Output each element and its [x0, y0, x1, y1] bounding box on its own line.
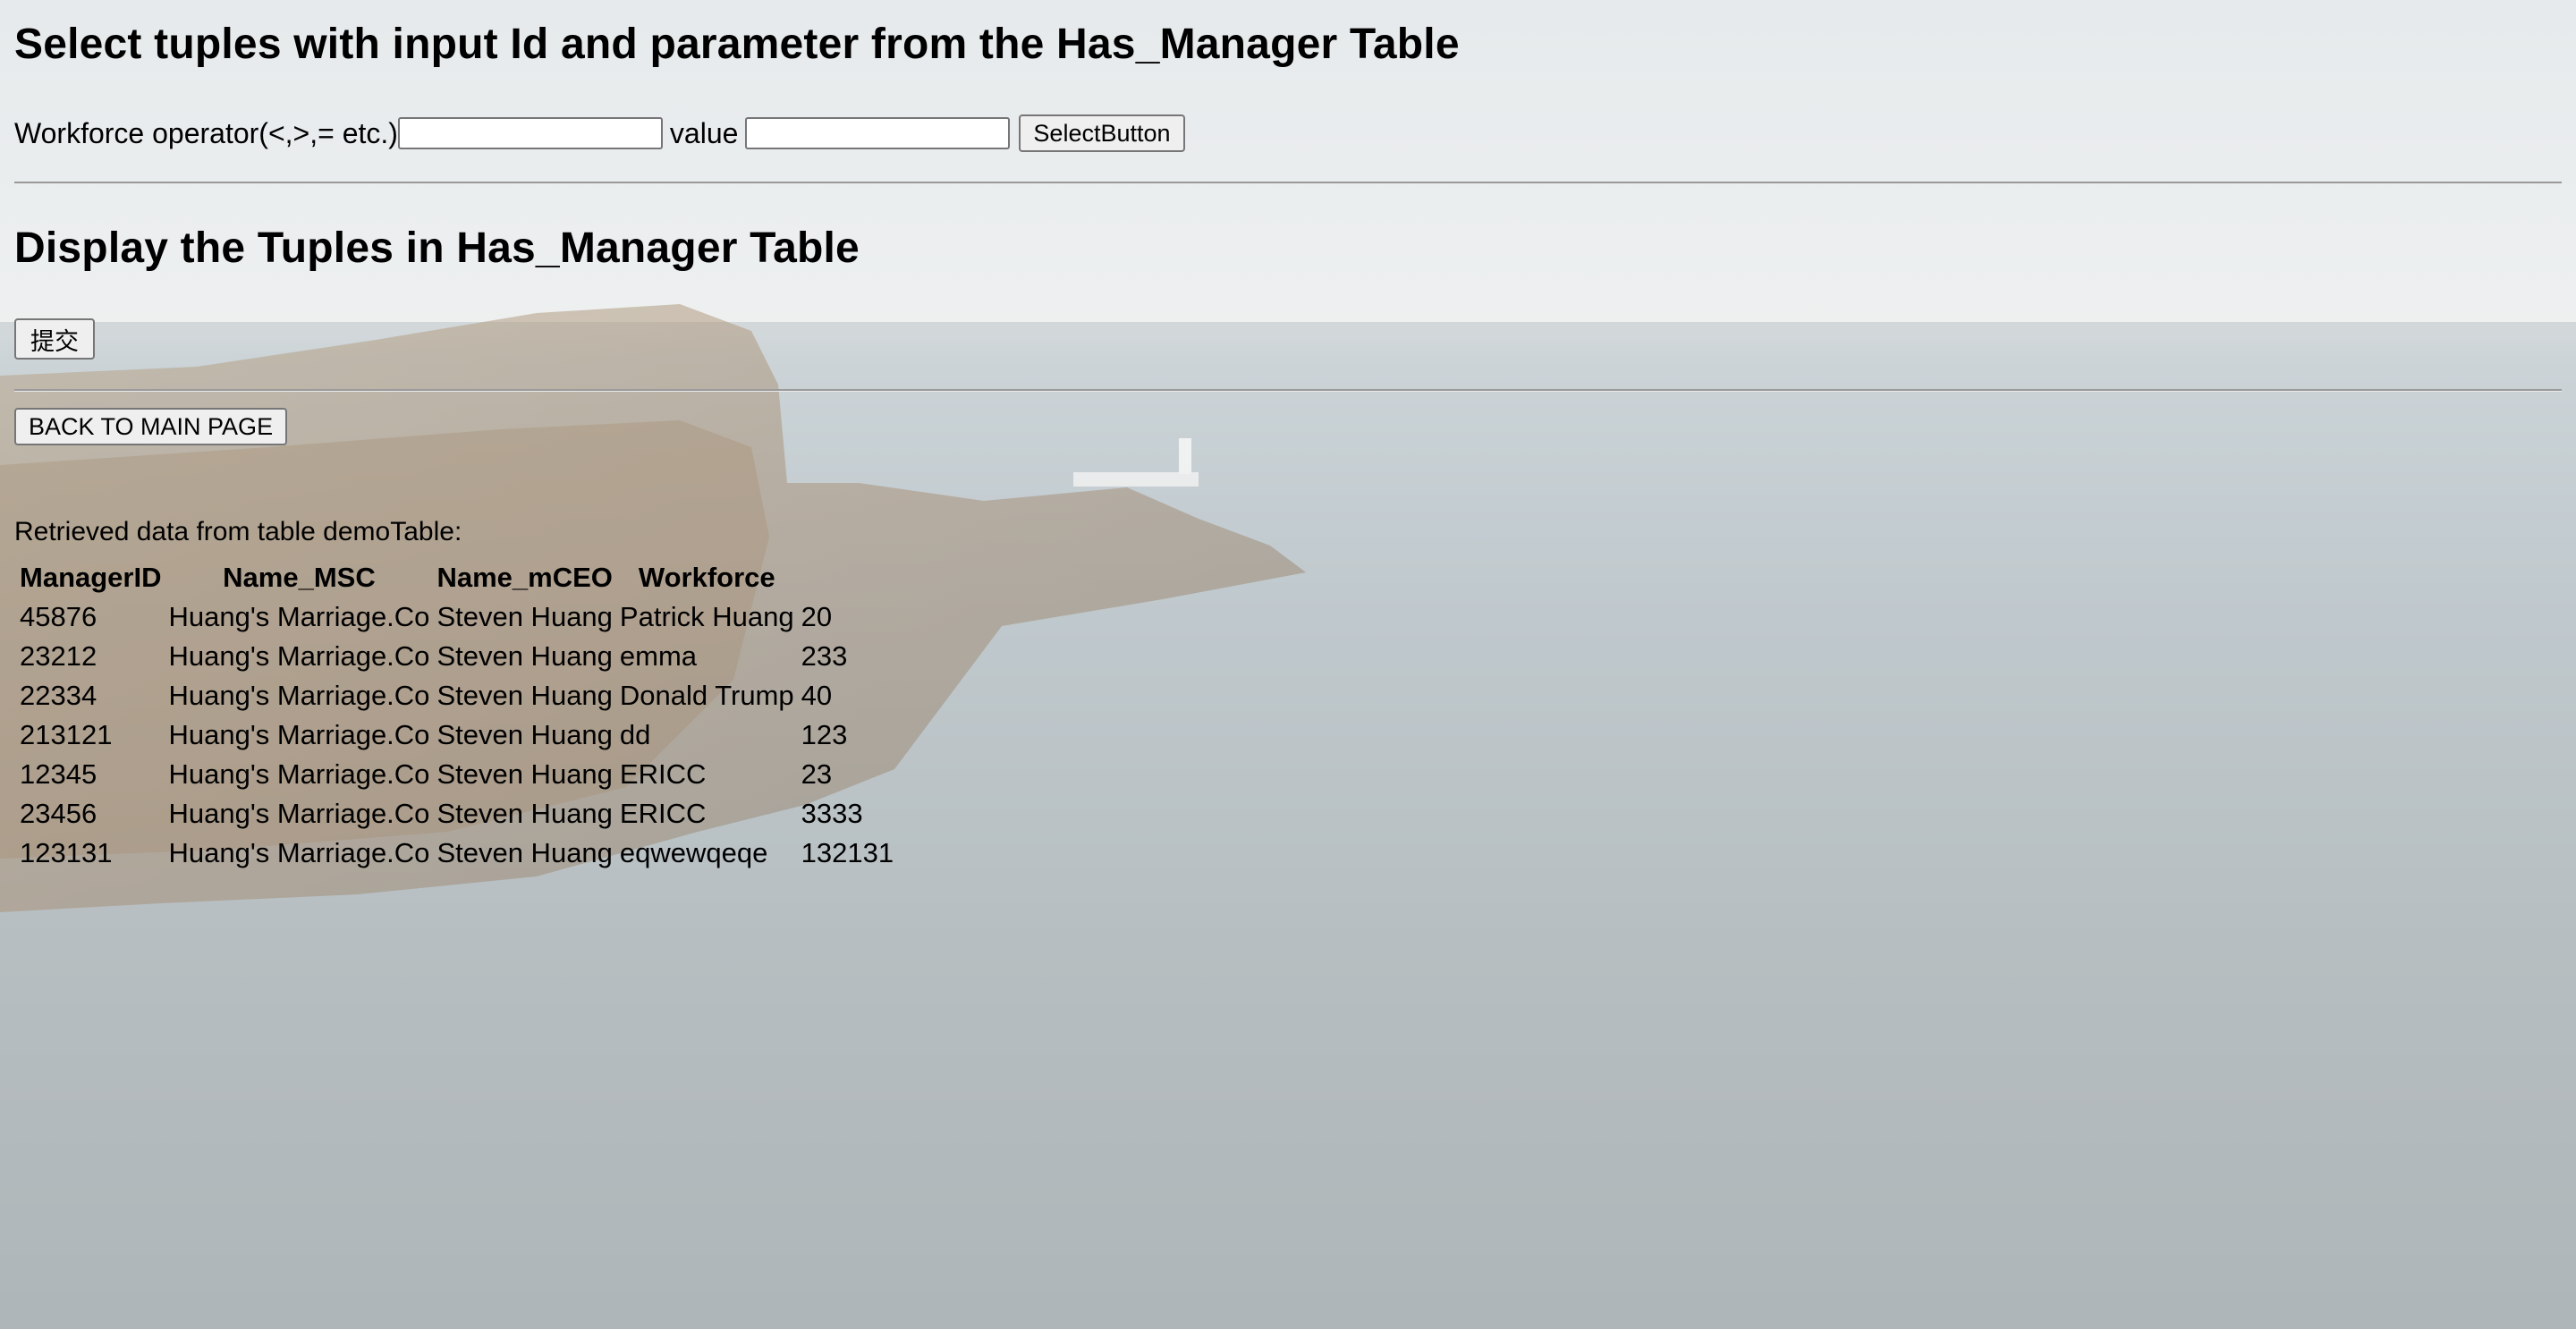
table-cell: 233: [801, 640, 848, 672]
table-cell: dd: [619, 719, 651, 750]
table-cell: Huang's Marriage.Co: [168, 758, 430, 790]
table-cell: 213121: [20, 719, 113, 750]
table-cell: Huang's Marriage.Co: [168, 837, 430, 868]
table-cell: 22334: [20, 680, 97, 711]
table-cell: 123: [801, 719, 848, 750]
submit-button[interactable]: 提交: [14, 318, 95, 360]
table-cell: Patrick Huang: [619, 601, 794, 632]
table-row: 23212 Huang's Marriage.Co Steven Huang e…: [18, 640, 895, 673]
table-cell: 3333: [801, 798, 863, 829]
operator-label: Workforce operator(<,>,= etc.): [14, 116, 398, 149]
table-cell: 23456: [20, 798, 97, 829]
display-section-heading: Display the Tuples in Has_Manager Table: [14, 224, 860, 272]
column-header-empty: [800, 562, 895, 594]
table-row: 123131 Huang's Marriage.Co Steven Huang …: [18, 837, 895, 869]
value-label: value: [669, 116, 739, 149]
table-cell: 40: [801, 680, 833, 711]
column-header-managerid: ManagerID: [20, 562, 162, 593]
table-cell: Huang's Marriage.Co: [168, 719, 430, 750]
has-manager-table: ManagerID Name_MSC Name_mCEO Workforce 4…: [14, 554, 899, 876]
table-cell: Steven Huang: [436, 680, 613, 711]
table-row: 23456 Huang's Marriage.Co Steven Huang E…: [18, 798, 895, 830]
back-to-main-page-button[interactable]: BACK TO MAIN PAGE: [14, 408, 288, 445]
table-cell: Huang's Marriage.Co: [168, 601, 430, 632]
table-cell: Steven Huang: [436, 798, 613, 829]
table-cell: Steven Huang: [436, 640, 613, 672]
table-cell: 45876: [20, 601, 97, 632]
table-cell: 23212: [20, 640, 97, 672]
table-cell: Huang's Marriage.Co: [168, 680, 430, 711]
table-header-row: ManagerID Name_MSC Name_mCEO Workforce: [18, 562, 895, 594]
select-button[interactable]: SelectButton: [1019, 114, 1185, 152]
table-cell: ERICC: [619, 798, 707, 829]
table-cell: ERICC: [619, 758, 707, 790]
table-row: 12345 Huang's Marriage.Co Steven Huang E…: [18, 758, 895, 791]
table-cell: Steven Huang: [436, 758, 613, 790]
table-row: 213121 Huang's Marriage.Co Steven Huang …: [18, 719, 895, 751]
table-cell: Donald Trump: [619, 680, 794, 711]
column-header-workforce: Workforce: [638, 562, 775, 593]
table-cell: Huang's Marriage.Co: [168, 640, 430, 672]
table-cell: 123131: [20, 837, 113, 868]
select-section-heading: Select tuples with input Id and paramete…: [14, 21, 1460, 68]
column-header-name-mceo: Name_mCEO: [436, 562, 613, 593]
operator-input[interactable]: [397, 117, 663, 149]
table-cell: Steven Huang: [436, 837, 613, 868]
divider: [14, 389, 2562, 392]
table-cell: 23: [801, 758, 833, 790]
divider: [14, 182, 2562, 184]
table-row: 45876 Huang's Marriage.Co Steven Huang P…: [18, 601, 895, 633]
table-cell: Steven Huang: [436, 719, 613, 750]
table-cell: Huang's Marriage.Co: [168, 798, 430, 829]
table-cell: 12345: [20, 758, 97, 790]
select-form: Workforce operator(<,>,= etc.) value Sel…: [14, 114, 1185, 152]
table-cell: Steven Huang: [436, 601, 613, 632]
table-cell: emma: [619, 640, 698, 672]
value-input[interactable]: [745, 117, 1011, 149]
table-cell: eqwewqeqe: [619, 837, 768, 868]
table-cell: 132131: [801, 837, 894, 868]
retrieved-data-text: Retrieved data from table demoTable:: [14, 517, 462, 546]
table-cell: 20: [801, 601, 833, 632]
table-row: 22334 Huang's Marriage.Co Steven Huang D…: [18, 680, 895, 712]
column-header-name-msc: Name_MSC: [223, 562, 376, 593]
